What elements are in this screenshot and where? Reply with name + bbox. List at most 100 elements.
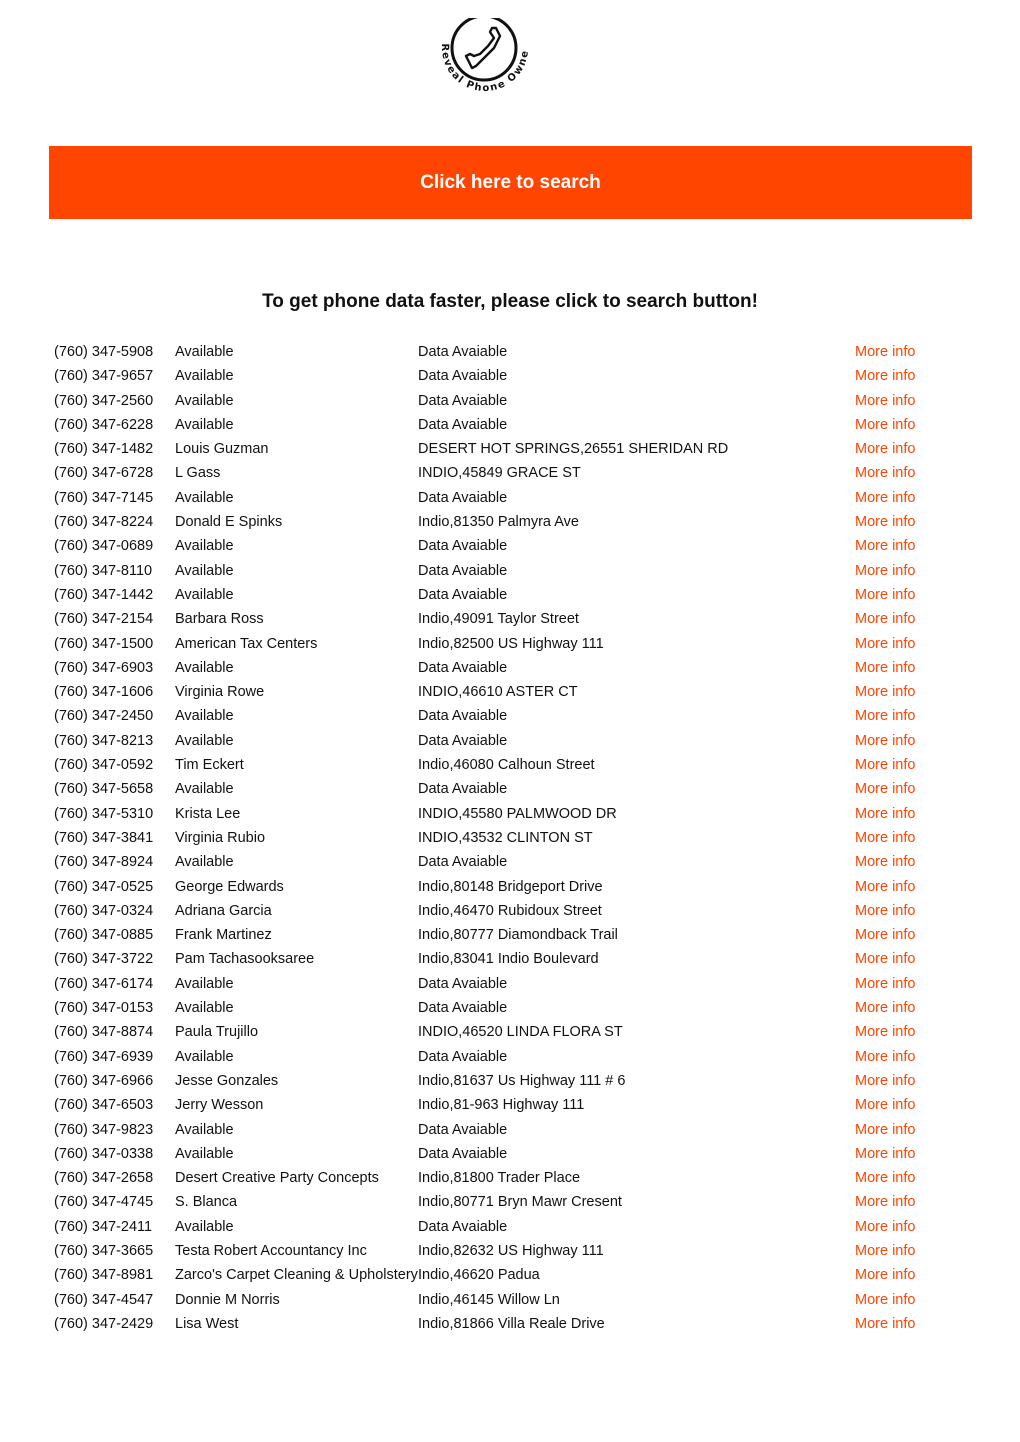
owner-address: INDIO,46610 ASTER CT xyxy=(418,684,578,701)
owner-name: Available xyxy=(175,489,234,506)
more-info-link[interactable]: More info xyxy=(855,753,915,777)
owner-name: Paula Trujillo xyxy=(175,1024,259,1041)
more-info-link[interactable]: More info xyxy=(855,364,915,388)
more-info-link[interactable]: More info xyxy=(855,559,915,583)
more-info-link[interactable]: More info xyxy=(855,1263,915,1287)
owner-name: Available xyxy=(175,1121,234,1138)
phone-number: (760) 347-5908 xyxy=(54,344,154,360)
more-info-link[interactable]: More info xyxy=(855,972,915,996)
more-info-link[interactable]: More info xyxy=(855,486,915,510)
table-row: (760) 347-4745 S. Blanca Indio,80771 Bryn … xyxy=(54,1190,954,1214)
table-row: (760) 347-3722 Pam Tachasooksaree Indio,83… xyxy=(54,947,954,971)
table-row: (760) 347-5908 Available Data Avaiable More… xyxy=(54,340,954,364)
more-info-link[interactable]: More info xyxy=(855,340,915,364)
owner-name: Available xyxy=(175,1000,234,1017)
owner-address: Indio,82500 US Highway 111 xyxy=(418,635,604,652)
more-info-link[interactable]: More info xyxy=(855,413,915,437)
search-banner-button[interactable]: Click here to search xyxy=(49,146,972,219)
more-info-link[interactable]: More info xyxy=(855,1093,915,1117)
owner-address: Indio,46145 Willow Ln xyxy=(418,1291,560,1308)
phone-number: (760) 347-0153 xyxy=(54,1000,154,1017)
more-info-link[interactable]: More info xyxy=(855,850,915,874)
more-info-link[interactable]: More info xyxy=(855,607,915,631)
phone-number: (760) 347-8874 xyxy=(54,1024,154,1041)
more-info-link[interactable]: More info xyxy=(855,1118,915,1142)
more-info-link[interactable]: More info xyxy=(855,583,915,607)
table-row: (760) 347-0525 George Edwards Indio,80148 … xyxy=(54,875,954,899)
more-info-link[interactable]: More info xyxy=(855,534,915,558)
phone-number: (760) 347-0525 xyxy=(54,878,154,895)
phone-number: (760) 347-0689 xyxy=(54,538,154,555)
owner-name: Available xyxy=(175,416,234,433)
owner-name: S. Blanca xyxy=(175,1194,238,1211)
phone-number: (760) 347-0324 xyxy=(54,902,154,919)
owner-address: Data Avaiable xyxy=(418,392,508,409)
owner-address: Data Avaiable xyxy=(418,708,508,725)
owner-address: Indio,81-963 Highway 111 xyxy=(418,1097,585,1114)
table-row: (760) 347-6228 Available Data Avaiable More… xyxy=(54,413,954,437)
more-info-link[interactable]: More info xyxy=(855,704,915,728)
more-info-link[interactable]: More info xyxy=(855,1166,915,1190)
more-info-link[interactable]: More info xyxy=(855,802,915,826)
more-info-link[interactable]: More info xyxy=(855,389,915,413)
owner-name: Lisa West xyxy=(175,1315,239,1332)
more-info-link[interactable]: More info xyxy=(855,656,915,680)
owner-name: Available xyxy=(175,344,234,360)
more-info-link[interactable]: More info xyxy=(855,777,915,801)
more-info-link[interactable]: More info xyxy=(855,996,915,1020)
owner-address: DESERT HOT SPRINGS,26551 SHERIDAN RD xyxy=(418,441,729,458)
more-info-link[interactable]: More info xyxy=(855,510,915,534)
owner-name: Available xyxy=(175,732,234,749)
more-info-link[interactable]: More info xyxy=(855,1020,915,1044)
more-info-link[interactable]: More info xyxy=(855,826,915,850)
more-info-link[interactable]: More info xyxy=(855,729,915,753)
more-info-link[interactable]: More info xyxy=(855,1288,915,1312)
more-info-link[interactable]: More info xyxy=(855,1190,915,1214)
more-info-link[interactable]: More info xyxy=(855,1312,915,1336)
more-info-link[interactable]: More info xyxy=(855,1215,915,1239)
more-info-link[interactable]: More info xyxy=(855,437,915,461)
more-info-link[interactable]: More info xyxy=(855,680,915,704)
phone-number: (760) 347-0338 xyxy=(54,1145,154,1162)
owner-name: Frank Martinez xyxy=(175,927,272,944)
table-row: (760) 347-8213 Available Data Avaiable More… xyxy=(54,729,954,753)
more-info-link[interactable]: More info xyxy=(855,1239,915,1263)
more-info-link[interactable]: More info xyxy=(855,875,915,899)
table-row: (760) 347-2658 Desert Creative Party Conc… xyxy=(54,1166,954,1190)
more-info-link[interactable]: More info xyxy=(855,632,915,656)
table-row: (760) 347-5310 Krista Lee INDIO,45580 PALM… xyxy=(54,802,954,826)
owner-address: Data Avaiable xyxy=(418,489,508,506)
owner-address: Data Avaiable xyxy=(418,562,508,579)
owner-name: Available xyxy=(175,1145,234,1162)
more-info-link[interactable]: More info xyxy=(855,899,915,923)
more-info-link[interactable]: More info xyxy=(855,1142,915,1166)
owner-name: Available xyxy=(175,538,234,555)
owner-address: Indio,81637 Us Highway 111 # 6 xyxy=(418,1072,626,1089)
phone-number: (760) 347-8224 xyxy=(54,514,154,531)
owner-address: Data Avaiable xyxy=(418,659,508,676)
owner-name: Donnie M Norris xyxy=(175,1291,280,1308)
phone-number: (760) 347-6503 xyxy=(54,1097,154,1114)
owner-address: Data Avaiable xyxy=(418,854,508,871)
more-info-link[interactable]: More info xyxy=(855,461,915,485)
owner-address: INDIO,45580 PALMWOOD DR xyxy=(418,805,617,822)
phone-number: (760) 347-0592 xyxy=(54,757,154,774)
phone-number: (760) 347-6903 xyxy=(54,659,154,676)
owner-name: Virginia Rowe xyxy=(175,684,265,701)
owner-name: Available xyxy=(175,392,234,409)
table-row: (760) 347-8110 Available Data Avaiable More… xyxy=(54,559,954,583)
owner-address: Data Avaiable xyxy=(418,538,508,555)
phone-number: (760) 347-6966 xyxy=(54,1072,154,1089)
more-info-link[interactable]: More info xyxy=(855,1069,915,1093)
owner-name: Donald E Spinks xyxy=(175,514,283,531)
page-headline: To get phone data faster, please click t… xyxy=(262,291,758,312)
owner-address: Data Avaiable xyxy=(418,1218,508,1235)
table-row: (760) 347-3665 Testa Robert Accountancy I… xyxy=(54,1239,954,1263)
phone-number: (760) 347-8981 xyxy=(54,1267,154,1284)
more-info-link[interactable]: More info xyxy=(855,1045,915,1069)
phone-number: (760) 347-5658 xyxy=(54,781,154,798)
more-info-link[interactable]: More info xyxy=(855,923,915,947)
table-row: (760) 347-8924 Available Data Avaiable More… xyxy=(54,850,954,874)
phone-number: (760) 347-1482 xyxy=(54,441,154,458)
more-info-link[interactable]: More info xyxy=(855,947,915,971)
